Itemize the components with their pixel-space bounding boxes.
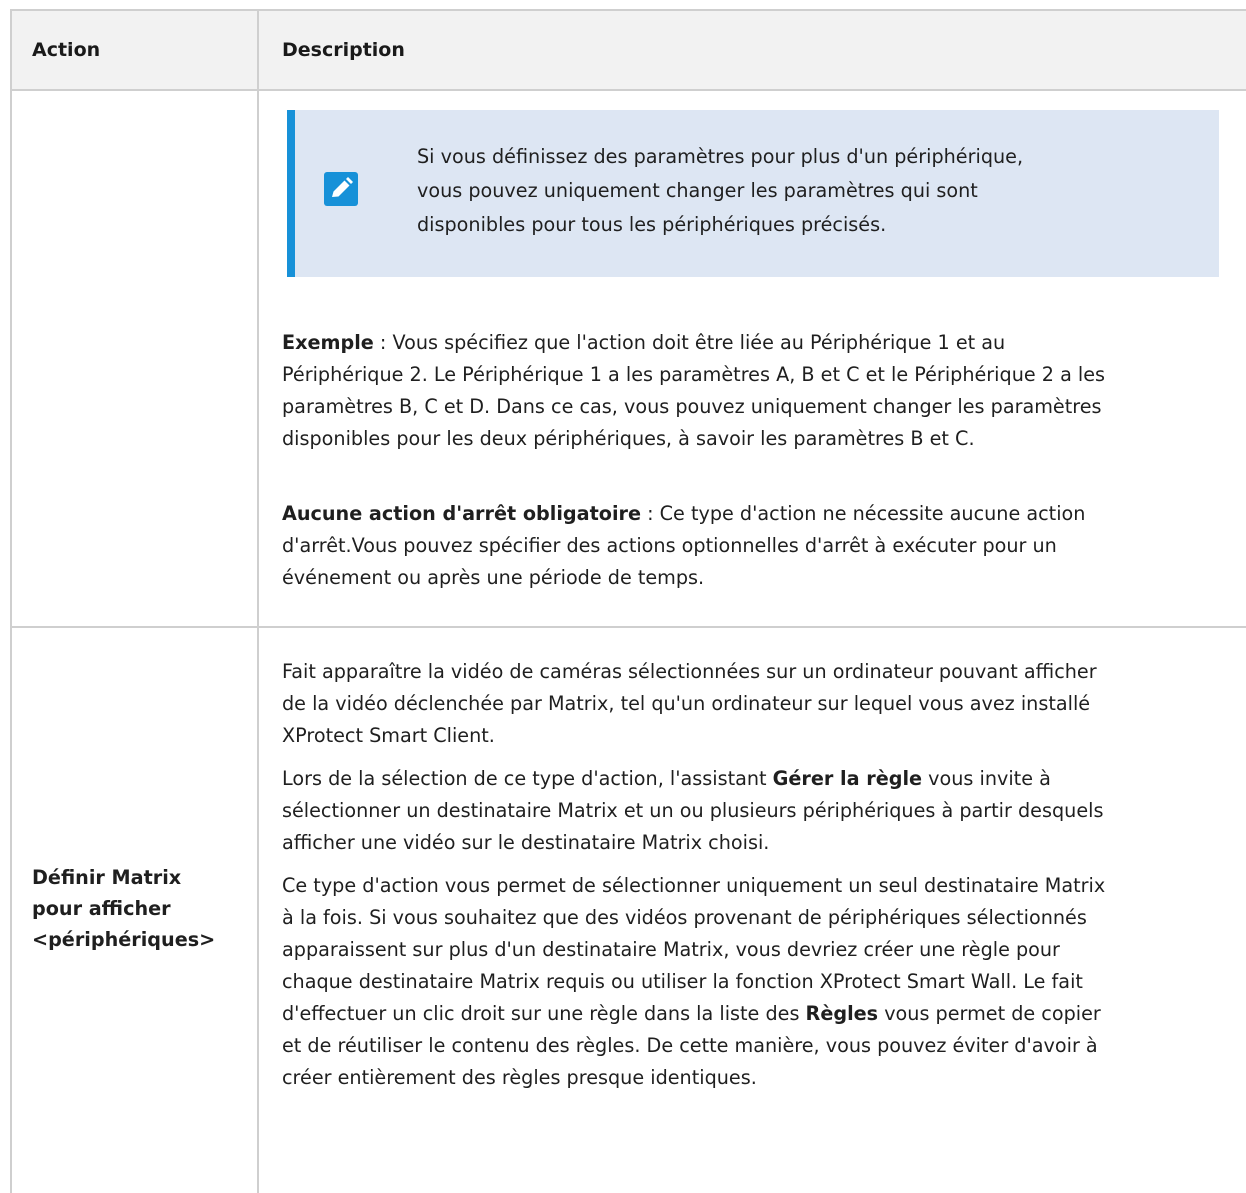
note-line: disponibles pour tous les périphériques … [417,213,887,236]
paragraph-line: : Vous spécifiez que l'action doit être … [373,331,1006,354]
paragraph-line: créer entièrement des règles presque ide… [282,1066,757,1089]
row-divider [10,626,1246,628]
actions-table: Action Description Si vous définissez de… [10,0,1246,1193]
header-description: Description [282,39,405,61]
stop-action-label: Aucune action d'arrêt obligatoire [282,502,641,525]
pencil-icon [324,172,358,206]
paragraph-line: XProtect Smart Client. [282,724,495,747]
paragraph-line: d'arrêt.Vous pouvez spécifier des action… [282,534,1057,557]
paragraph-line: paramètres B, C et D. Dans ce cas, vous … [282,395,1102,418]
note-line: vous pouvez uniquement changer les param… [417,179,978,202]
paragraph-text: vous permet de copier [878,1002,1101,1025]
note-accent-bar [287,110,295,277]
paragraph-line: Fait apparaître la vidéo de caméras séle… [282,660,1097,683]
paragraph-line: afficher une vidéo sur le destinataire M… [282,831,770,854]
description-paragraph-1: Fait apparaître la vidéo de caméras séle… [282,656,1097,752]
note-line: Si vous définissez des paramètres pour p… [417,145,1024,168]
header-bottom-border [10,89,1246,91]
paragraph-line: et de réutiliser le contenu des règles. … [282,1034,1098,1057]
example-label: Exemple [282,331,374,354]
example-paragraph: Exemple : Vous spécifiez que l'action do… [282,327,1105,455]
table-left-border [10,9,12,1193]
stop-action-paragraph: Aucune action d'arrêt obligatoire : Ce t… [282,498,1085,594]
note-text: Si vous définissez des paramètres pour p… [417,140,1023,242]
paragraph-text: Lors de la sélection de ce type d'action… [282,767,773,790]
table-header: Action Description [10,10,1246,90]
paragraph-line: à la fois. Si vous souhaitez que des vid… [282,906,1087,929]
action-name: Définir Matrix pour afficher <périphériq… [32,862,215,955]
header-action: Action [32,39,101,61]
paragraph-line: : Ce type d'action ne nécessite aucune a… [641,502,1086,525]
paragraph-line: Ce type d'action vous permet de sélectio… [282,874,1106,897]
paragraph-line: chaque destinataire Matrix requis ou uti… [282,970,1083,993]
paragraph-line: Périphérique 2. Le Périphérique 1 a les … [282,363,1106,386]
action-name-line: <périphériques> [32,928,216,951]
wizard-name: Gérer la règle [772,767,923,790]
table-top-border [10,9,1246,11]
paragraph-line: sélectionner un destinataire Matrix et u… [282,799,1104,822]
paragraph-line: apparaissent sur plus d'un destinataire … [282,938,1060,961]
action-name-line: Définir Matrix [32,866,182,889]
rules-list-name: Règles [805,1002,879,1025]
description-paragraph-3: Ce type d'action vous permet de sélectio… [282,870,1105,1094]
action-name-line: pour afficher [32,897,171,920]
description-paragraph-2: Lors de la sélection de ce type d'action… [282,763,1103,859]
paragraph-line: événement ou après une période de temps. [282,566,705,589]
paragraph-line: disponibles pour les deux périphériques,… [282,427,975,450]
paragraph-line: de la vidéo déclenchée par Matrix, tel q… [282,692,1091,715]
column-divider [257,9,259,1193]
note-callout: Si vous définissez des paramètres pour p… [287,110,1219,277]
paragraph-text: vous invite à [922,767,1051,790]
paragraph-text: d'effectuer un clic droit sur une règle … [282,1002,806,1025]
